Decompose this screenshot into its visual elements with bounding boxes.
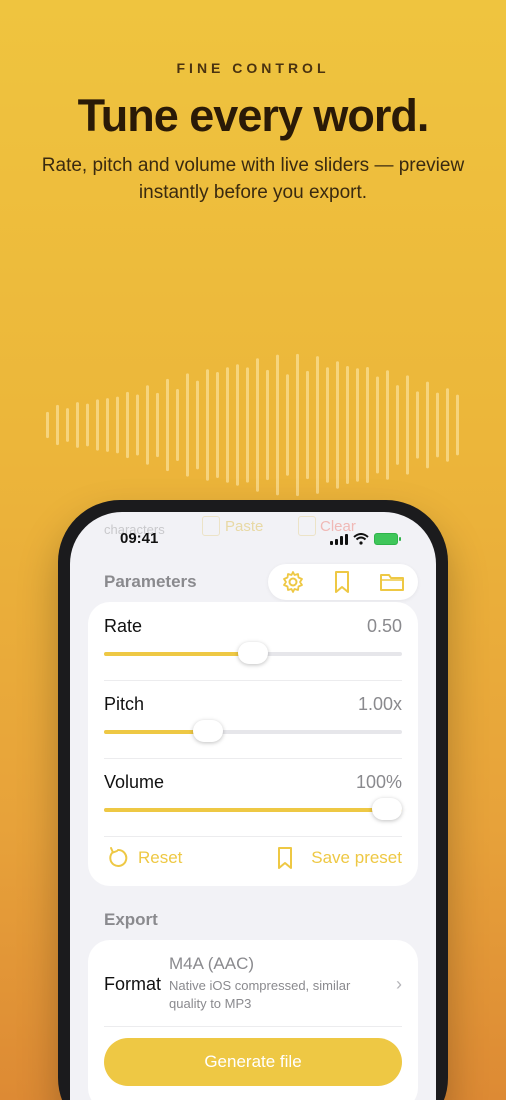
waveform-bar [236, 364, 239, 486]
waveform-bar [336, 361, 339, 489]
parameters-title: Parameters [104, 572, 197, 591]
format-label: Format [104, 974, 162, 994]
bookmark-icon [278, 847, 293, 869]
rate-label: Rate [104, 616, 143, 636]
divider [104, 836, 402, 837]
waveform-bar [296, 353, 299, 497]
waveform-bar [416, 391, 419, 459]
paste-icon [202, 516, 220, 536]
cellular-signal-icon [330, 534, 348, 545]
waveform-bar [286, 374, 289, 476]
status-icons [330, 531, 401, 545]
waveform-bar [46, 411, 49, 439]
waveform-bar [86, 403, 89, 447]
waveform-bar [216, 372, 219, 478]
subhead: Rate, pitch and volume with live sliders… [41, 155, 465, 203]
waveform-bar [316, 356, 319, 494]
waveform-bar [156, 392, 159, 458]
headline: Tune every word. [77, 90, 430, 141]
rate-slider-thumb[interactable] [238, 642, 268, 664]
waveform-bar [206, 369, 209, 481]
waveform-bar [96, 399, 99, 451]
waveform-bar [306, 370, 309, 480]
rate-slider[interactable] [104, 642, 402, 664]
status-time: 09:41 [120, 530, 159, 547]
waveform-bar [276, 354, 279, 496]
save-preset-button[interactable]: Save preset [275, 846, 402, 870]
generate-file-button[interactable]: Generate file [104, 1038, 402, 1086]
waveform-bar [116, 396, 119, 454]
parameters-toolbar [268, 564, 418, 600]
waveform-bar [176, 389, 179, 461]
waveform-bar [196, 380, 199, 470]
eyebrow: FINE CONTROL [176, 60, 330, 76]
rate-control: Rate 0.50 [104, 602, 402, 680]
pitch-slider[interactable] [104, 720, 402, 742]
pitch-label: Pitch [104, 694, 145, 714]
waveform-bar [456, 394, 459, 456]
bookmark-icon[interactable] [332, 570, 352, 594]
waveform-bar [186, 373, 189, 477]
waveform-bar [436, 392, 439, 458]
trash-icon [298, 516, 316, 536]
phone-frame: characters Paste Clear 09:41 Parameters [58, 500, 448, 1100]
waveform-bar [226, 367, 229, 483]
waveform-graphic [46, 353, 459, 497]
waveform-bar [406, 375, 409, 475]
volume-value: 100% [355, 772, 402, 792]
waveform-bar [246, 367, 249, 483]
waveform-bar [126, 391, 129, 459]
rate-slider-fill [104, 652, 253, 656]
waveform-bar [396, 385, 399, 465]
gear-icon[interactable] [281, 570, 305, 594]
pitch-slider-thumb[interactable] [193, 720, 224, 742]
waveform-bar [76, 402, 79, 448]
reset-button[interactable]: Reset [106, 846, 182, 870]
wifi-icon [353, 533, 369, 545]
divider [104, 1026, 402, 1027]
format-description: Native iOS compressed, similar quality t… [169, 978, 351, 1011]
waveform-bar [266, 369, 269, 481]
waveform-bar [66, 408, 69, 442]
battery-icon [374, 533, 401, 545]
volume-slider-fill [104, 808, 402, 812]
format-value: M4A (AAC) [169, 954, 255, 973]
volume-label: Volume [104, 772, 165, 792]
reset-icon [109, 847, 128, 867]
phone-screen: characters Paste Clear 09:41 Parameters [70, 512, 436, 1100]
waveform-bar [346, 365, 349, 485]
format-row[interactable]: Format M4A (AAC) Native iOS compressed, … [104, 940, 402, 1026]
waveform-bar [326, 367, 329, 483]
reset-label: Reset [138, 848, 183, 867]
volume-slider[interactable] [104, 798, 403, 820]
waveform-bar [386, 370, 389, 480]
waveform-bar [136, 394, 139, 456]
waveform-bar [56, 404, 59, 446]
rate-value: 0.50 [366, 616, 402, 636]
parameters-card: Rate 0.50 Pitch 1.00x Volume 100% Reset … [88, 602, 418, 886]
waveform-bar [356, 368, 359, 482]
waveform-bar [446, 388, 449, 462]
pitch-value: 1.00x [357, 694, 402, 714]
pitch-control: Pitch 1.00x [104, 680, 402, 758]
paste-button[interactable]: Paste [225, 518, 263, 535]
waveform-bar [146, 385, 149, 465]
waveform-bar [166, 378, 169, 472]
volume-control: Volume 100% [104, 758, 403, 836]
export-card: Format M4A (AAC) Native iOS compressed, … [88, 940, 418, 1100]
waveform-bar [366, 366, 369, 484]
chevron-right-icon: › [396, 974, 402, 994]
save-preset-label: Save preset [311, 848, 402, 867]
waveform-bar [256, 358, 259, 492]
export-title: Export [104, 910, 158, 929]
waveform-bar [106, 398, 109, 452]
waveform-bar [376, 376, 379, 474]
volume-slider-thumb[interactable] [372, 798, 403, 820]
waveform-bar [426, 381, 429, 469]
folder-icon[interactable] [379, 571, 405, 593]
